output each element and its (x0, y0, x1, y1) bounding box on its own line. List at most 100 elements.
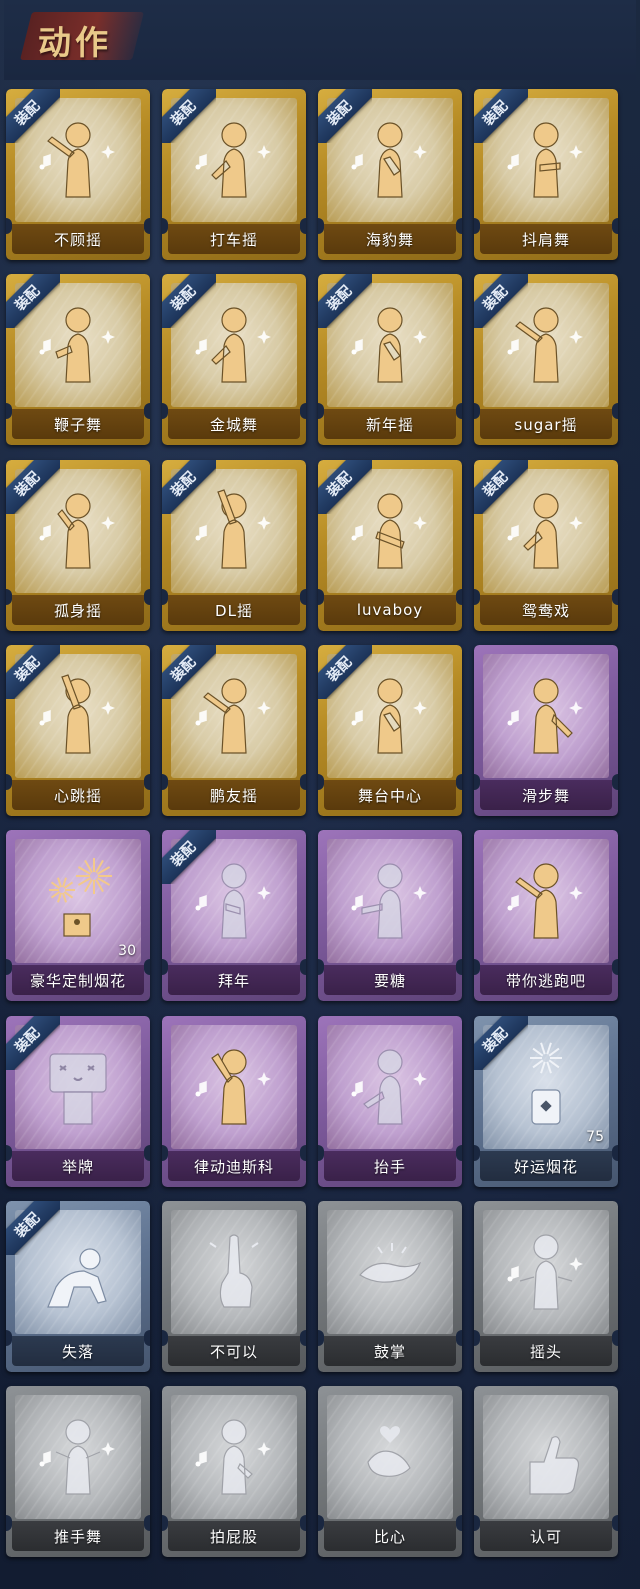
emote-card[interactable]: 推手舞 (6, 1386, 150, 1557)
card-label: sugar摇 (514, 415, 578, 434)
emote-card[interactable]: 拜年 装配 (162, 830, 306, 1001)
emote-card[interactable]: 心跳摇 装配 (6, 645, 150, 816)
emote-card[interactable]: 比心 (318, 1386, 462, 1557)
emote-card[interactable]: 新年摇 装配 (318, 274, 462, 445)
equipped-badge: 装配 (162, 89, 216, 143)
card-notch-right (456, 218, 462, 234)
equipped-label: 装配 (12, 98, 44, 130)
card-label: 抖肩舞 (521, 230, 570, 249)
emote-card[interactable]: 律动迪斯科 (162, 1016, 306, 1187)
equipped-badge: 装配 (318, 645, 372, 699)
card-label-bar: 认可 (480, 1521, 612, 1551)
emote-card[interactable]: 鹏友摇 装配 (162, 645, 306, 816)
card-label: 举牌 (61, 1157, 94, 1176)
equipped-label: 装配 (324, 98, 356, 130)
emote-card[interactable]: 失落 装配 (6, 1201, 150, 1372)
equipped-label: 装配 (168, 839, 200, 871)
card-notch-right (300, 959, 306, 975)
raise-hand-icon (338, 1032, 442, 1136)
card-label-bar: 好运烟花 (480, 1151, 612, 1181)
card-label: 海豹舞 (365, 230, 414, 249)
item-count: 75 (586, 1129, 604, 1145)
card-label-bar: 打车摇 (168, 224, 300, 254)
emote-card[interactable]: 金城舞 装配 (162, 274, 306, 445)
emote-card[interactable]: 抖肩舞 装配 (474, 89, 618, 260)
card-notch-right (144, 1515, 150, 1531)
card-label-bar: 比心 (324, 1521, 456, 1551)
equipped-ribbon: 装配 (162, 460, 216, 514)
emote-card[interactable]: 孤身摇 装配 (6, 460, 150, 631)
emote-card[interactable]: 滑步舞 (474, 645, 618, 816)
equipped-ribbon: 装配 (474, 89, 528, 143)
pat-icon (182, 1402, 286, 1506)
card-label-bar: 鹏友摇 (168, 780, 300, 810)
equipped-ribbon: 装配 (474, 1016, 528, 1070)
card-label: 带你逃跑吧 (505, 971, 586, 990)
emote-card[interactable]: DL摇 装配 (162, 460, 306, 631)
card-label-bar: 孤身摇 (12, 595, 144, 625)
equipped-badge: 装配 (6, 1016, 60, 1070)
card-label: 认可 (529, 1527, 562, 1546)
emote-card[interactable]: 海豹舞 装配 (318, 89, 462, 260)
finger-wag-icon (182, 1217, 286, 1321)
emote-card[interactable]: 不顾摇 装配 (6, 89, 150, 260)
card-notch-right (300, 1145, 306, 1161)
equipped-badge: 装配 (6, 1201, 60, 1255)
card-label-bar: 抖肩舞 (480, 224, 612, 254)
equipped-label: 装配 (480, 283, 512, 315)
card-label: 金城舞 (209, 415, 258, 434)
emote-card[interactable]: 30 豪华定制烟花 (6, 830, 150, 1001)
equipped-label: 装配 (168, 283, 200, 315)
clap-hands-icon (338, 1217, 442, 1321)
card-label-bar: 舞台中心 (324, 780, 456, 810)
card-label: 拜年 (217, 971, 250, 990)
equipped-ribbon: 装配 (6, 274, 60, 328)
card-label: 比心 (373, 1527, 406, 1546)
emote-card[interactable]: 鸳鸯戏 装配 (474, 460, 618, 631)
equipped-badge: 装配 (474, 460, 528, 514)
emote-card[interactable]: 不可以 (162, 1201, 306, 1372)
card-label-bar: 带你逃跑吧 (480, 965, 612, 995)
equipped-label: 装配 (12, 1025, 44, 1057)
card-notch-right (300, 1515, 306, 1531)
fireworks-burst (49, 858, 112, 937)
equipped-label: 装配 (324, 283, 356, 315)
emote-card[interactable]: 鞭子舞 装配 (6, 274, 150, 445)
card-notch-right (144, 959, 150, 975)
card-label: 打车摇 (209, 230, 258, 249)
equipped-badge: 装配 (162, 274, 216, 328)
dance-slide-icon (494, 661, 598, 765)
page-title: 动作 (38, 23, 112, 62)
equipped-badge: 装配 (6, 89, 60, 143)
emote-card[interactable]: 要糖 (318, 830, 462, 1001)
emote-card[interactable]: 舞台中心 装配 (318, 645, 462, 816)
emote-card[interactable]: 75 好运烟花 装配 (474, 1016, 618, 1187)
card-notch-right (300, 589, 306, 605)
emote-card[interactable]: 抬手 (318, 1016, 462, 1187)
emote-card[interactable]: sugar摇 装配 (474, 274, 618, 445)
card-notch-right (144, 1330, 150, 1346)
card-label: 推手舞 (53, 1527, 102, 1546)
emote-card[interactable]: 摇头 (474, 1201, 618, 1372)
equipped-label: 装配 (168, 469, 200, 501)
equipped-ribbon: 装配 (162, 830, 216, 884)
card-label: 拍屁股 (209, 1527, 258, 1546)
emote-card[interactable]: 带你逃跑吧 (474, 830, 618, 1001)
emote-card[interactable]: 打车摇 装配 (162, 89, 306, 260)
header: 动作 (4, 0, 636, 80)
emote-card[interactable]: luvaboy 装配 (318, 460, 462, 631)
emote-card[interactable]: 拍屁股 (162, 1386, 306, 1557)
equipped-ribbon: 装配 (6, 1016, 60, 1070)
card-label-bar: 不顾摇 (12, 224, 144, 254)
emote-card[interactable]: 举牌 装配 (6, 1016, 150, 1187)
card-label: 律动迪斯科 (193, 1157, 274, 1176)
equipped-label: 装配 (168, 98, 200, 130)
emote-card[interactable]: 认可 (474, 1386, 618, 1557)
equipped-ribbon: 装配 (318, 274, 372, 328)
card-label-bar: 金城舞 (168, 409, 300, 439)
emote-card[interactable]: 鼓掌 (318, 1201, 462, 1372)
equipped-badge: 装配 (6, 460, 60, 514)
equipped-ribbon: 装配 (162, 274, 216, 328)
card-notch-right (456, 1515, 462, 1531)
card-label-bar: 鞭子舞 (12, 409, 144, 439)
